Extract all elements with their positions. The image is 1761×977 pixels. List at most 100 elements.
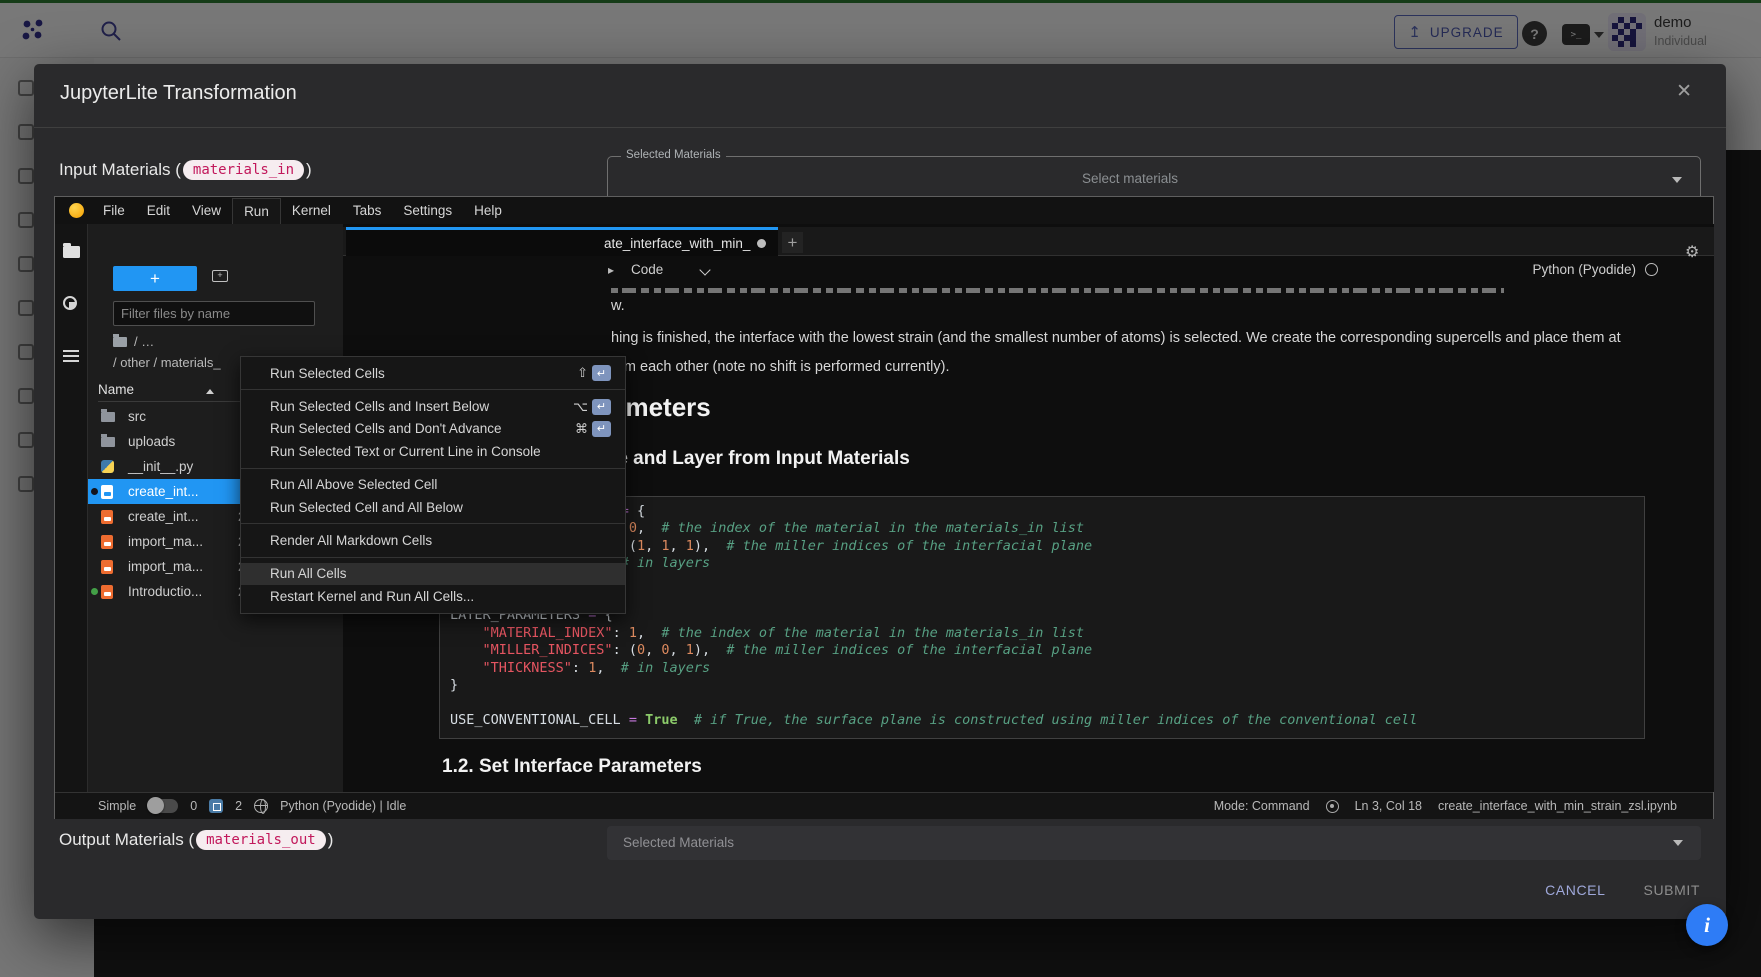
new-folder-icon[interactable]: +	[212, 270, 228, 282]
menu-shortcut: ⌥↵	[573, 399, 611, 415]
menu-item[interactable]: Run Selected Cells⇧↵	[241, 362, 625, 384]
menu-item-label: Run Selected Cells and Insert Below	[270, 399, 573, 414]
menu-shortcut: ⇧↵	[577, 365, 611, 381]
globe-icon[interactable]	[254, 799, 268, 813]
menubar-item-tabs[interactable]: Tabs	[342, 198, 393, 224]
menu-item[interactable]: Run Selected Cell and All Below	[241, 496, 625, 518]
divider	[34, 127, 1726, 128]
dropdown-caret-icon[interactable]	[1673, 840, 1683, 846]
dropdown-caret-icon[interactable]	[1672, 177, 1682, 183]
file-name: create_int...	[128, 509, 199, 524]
breadcrumb-root[interactable]: / …	[134, 334, 154, 349]
new-tab-button[interactable]: +	[782, 232, 803, 253]
menu-item-label: Run All Cells	[270, 566, 611, 581]
cell-type-dropdown[interactable]: Code	[631, 262, 663, 277]
jupyter-menubar-items: FileEditViewRunKernelTabsSettingsHelp	[92, 198, 513, 224]
menu-item[interactable]: Restart Kernel and Run All Cells...	[241, 585, 625, 607]
breadcrumb-folder-icon[interactable]	[113, 337, 127, 347]
command-mode-label[interactable]: Mode: Command	[1214, 799, 1310, 813]
notebook-icon	[101, 485, 113, 499]
settings-gear-icon[interactable]: ⚙	[1685, 242, 1699, 262]
file-name: Introductio...	[128, 584, 202, 599]
interface-parameters-heading: 1.2. Set Interface Parameters	[442, 756, 702, 778]
markdown-paragraph-line1: hing is finished, the interface with the…	[611, 330, 1621, 346]
kernel-status-icon[interactable]	[1645, 263, 1658, 276]
notebook-tab-label: ate_interface_with_min_	[604, 236, 750, 251]
code-line: }	[450, 573, 1644, 590]
new-launcher-button[interactable]: +	[113, 266, 197, 291]
enter-key-icon: ↵	[592, 399, 611, 415]
file-name: import_ma...	[128, 534, 203, 549]
menu-item-label: Run Selected Text or Current Line in Con…	[270, 444, 611, 459]
menubar-item-help[interactable]: Help	[463, 198, 513, 224]
kernel-sessions-icon[interactable]	[209, 799, 223, 813]
menu-item-label: Run Selected Cells and Don't Advance	[270, 421, 575, 436]
enter-key-icon: ↵	[592, 365, 611, 381]
menubar-item-run[interactable]: Run	[232, 198, 281, 224]
table-of-contents-tab-icon[interactable]	[63, 350, 79, 362]
menubar-item-settings[interactable]: Settings	[392, 198, 463, 224]
sidebar-tabstrip	[55, 224, 88, 792]
python-icon	[101, 460, 114, 473]
file-name: import_ma...	[128, 559, 203, 574]
kernel-dot	[91, 488, 98, 495]
code-line: "MILLER_INDICES": (0, 0, 1), # the mille…	[450, 642, 1644, 659]
menu-item[interactable]: Run All Above Selected Cell	[241, 474, 625, 496]
file-browser-tab-icon[interactable]	[63, 246, 80, 258]
notebook-tab[interactable]: ate_interface_with_min_	[346, 227, 778, 256]
markdown-line-fragment: w.	[611, 298, 625, 314]
menubar-item-kernel[interactable]: Kernel	[281, 198, 342, 224]
menu-item[interactable]: Run Selected Cells and Don't Advance⌘↵	[241, 418, 625, 440]
simple-mode-label: Simple	[98, 799, 136, 813]
kernels-count: 2	[235, 799, 242, 813]
kernel-status-text: Python (Pyodide) | Idle	[280, 799, 406, 813]
cell-type-caret-icon[interactable]	[699, 264, 710, 275]
unsaved-changes-dot[interactable]	[757, 239, 766, 248]
simple-mode-toggle[interactable]	[148, 799, 178, 813]
filter-files-input[interactable]	[113, 301, 315, 326]
menubar-item-file[interactable]: File	[92, 198, 136, 224]
notebook-icon	[101, 560, 113, 574]
menu-separator	[241, 557, 625, 558]
cursor-position[interactable]: Ln 3, Col 18	[1355, 799, 1422, 813]
output-materials-select[interactable]: Selected Materials	[607, 826, 1701, 860]
kernel-name[interactable]: Python (Pyodide)	[1532, 262, 1636, 277]
sort-ascending-icon[interactable]	[206, 389, 214, 394]
output-materials-label: Output Materials ( materials_out )	[59, 830, 333, 850]
menu-item[interactable]: Render All Markdown Cells	[241, 529, 625, 551]
modifier-key-icon: ⌥	[573, 399, 588, 415]
menu-item-label: Run Selected Cell and All Below	[270, 500, 611, 515]
output-label-prefix: Output Materials (	[59, 830, 194, 850]
menubar-item-edit[interactable]: Edit	[136, 198, 181, 224]
dialog-actions: CANCEL SUBMIT	[1545, 882, 1700, 898]
code-line: "MATERIAL_INDEX": 1, # the index of the …	[450, 625, 1644, 642]
close-icon[interactable]: ✕	[1676, 80, 1692, 103]
menu-separator	[241, 468, 625, 469]
menu-separator	[241, 523, 625, 524]
breadcrumb[interactable]: / …	[113, 334, 154, 349]
notebook-icon	[101, 510, 113, 524]
code-line: "MILLER_INDICES": (1, 1, 1), # the mille…	[450, 538, 1644, 555]
menu-item[interactable]: Run Selected Text or Current Line in Con…	[241, 440, 625, 462]
run-menu: Run Selected Cells⇧↵ Run Selected Cells a…	[240, 356, 626, 614]
folder-icon	[101, 412, 115, 422]
toolbar-run-icon[interactable]: ▸	[608, 263, 614, 277]
dialog-title: JupyterLite Transformation	[60, 82, 297, 105]
statusbar-filename: create_interface_with_min_strain_zsl.ipy…	[1438, 799, 1677, 813]
enter-key-icon: ↵	[592, 421, 611, 437]
output-label-suffix: )	[328, 830, 334, 850]
info-button[interactable]: i	[1686, 904, 1728, 946]
menubar-item-view[interactable]: View	[181, 198, 232, 224]
name-column-header[interactable]: Name	[98, 382, 134, 397]
menu-item-label: Restart Kernel and Run All Cells...	[270, 589, 611, 604]
submit-button[interactable]: SUBMIT	[1644, 882, 1701, 898]
file-name: src	[128, 409, 146, 424]
code-line: }	[450, 677, 1644, 694]
jupyterlite-logo-icon	[69, 203, 84, 218]
running-sessions-tab-icon[interactable]	[63, 296, 77, 310]
menu-item[interactable]: Run Selected Cells and Insert Below⌥↵	[241, 395, 625, 417]
menu-item[interactable]: Run All Cells	[241, 563, 625, 585]
cancel-button[interactable]: CANCEL	[1545, 882, 1605, 898]
notification-status-icon[interactable]	[1326, 800, 1339, 813]
notebook-icon	[101, 535, 113, 549]
